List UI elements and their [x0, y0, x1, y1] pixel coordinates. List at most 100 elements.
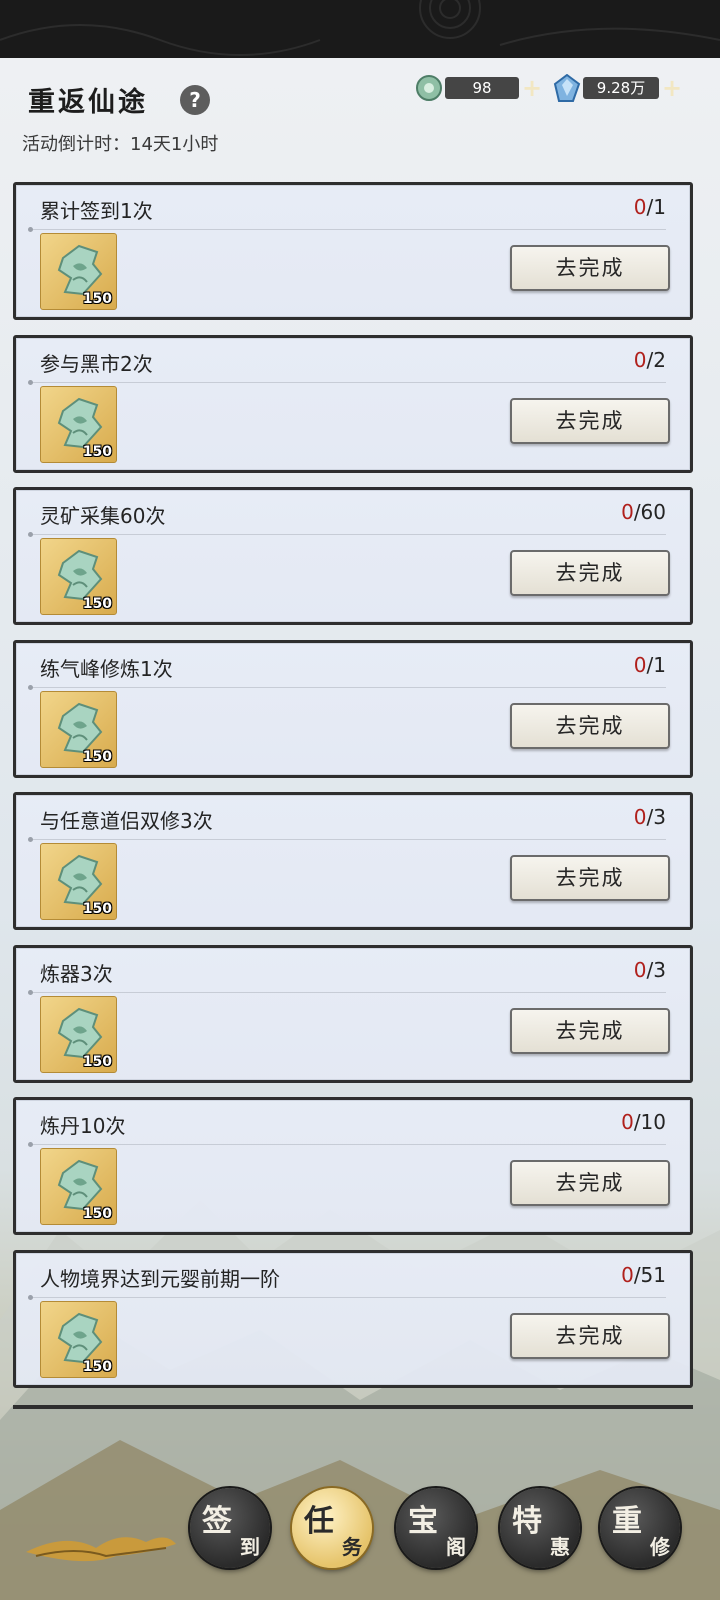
go-complete-button[interactable]: 去完成	[510, 398, 670, 444]
task-progress-total: /51	[633, 1263, 666, 1287]
go-complete-button[interactable]: 去完成	[510, 1313, 670, 1359]
divider	[30, 839, 666, 840]
resource-crystal: 9.28万 +	[553, 74, 683, 102]
task-progress: 0/3	[634, 805, 666, 829]
divider	[30, 534, 666, 535]
task-progress-current: 0	[633, 805, 647, 829]
go-complete-button[interactable]: 去完成	[510, 703, 670, 749]
divider	[30, 1144, 666, 1145]
reward-item[interactable]: 150	[40, 538, 117, 615]
reward-item[interactable]: 150	[40, 843, 117, 920]
reward-item[interactable]: 150	[40, 996, 117, 1073]
reward-quantity: 150	[82, 1206, 112, 1222]
reward-item[interactable]: 150	[40, 1301, 117, 1378]
task-card: 炼丹10次 0/10 150 去完成	[13, 1097, 693, 1235]
task-progress: 0/3	[634, 958, 666, 982]
swirl-pattern-icon	[0, 0, 720, 56]
jade-token-icon	[416, 75, 442, 101]
task-progress-current: 0	[633, 195, 647, 219]
nav-tab-subchar: 修	[650, 1535, 670, 1559]
reward-quantity: 150	[82, 1359, 112, 1375]
task-name: 炼器3次	[40, 962, 113, 986]
divider-dot	[28, 1142, 33, 1147]
task-card: 与任意道侣双修3次 0/3 150 去完成	[13, 792, 693, 930]
top-banner	[0, 0, 720, 58]
go-complete-button[interactable]: 去完成	[510, 550, 670, 596]
task-name: 人物境界达到元婴前期一阶	[40, 1267, 280, 1291]
nav-tab-char: 任	[304, 1504, 334, 1539]
nav-tab-subchar: 到	[240, 1535, 260, 1559]
task-name: 参与黑市2次	[40, 352, 153, 376]
task-name: 与任意道侣双修3次	[40, 809, 213, 833]
task-progress: 0/2	[634, 348, 666, 372]
divider-dot	[28, 380, 33, 385]
add-crystal-button[interactable]: +	[661, 74, 683, 102]
divider	[30, 382, 666, 383]
task-progress-current: 0	[633, 348, 647, 372]
page-title: 重返仙途	[28, 87, 148, 118]
help-icon[interactable]: ?	[180, 85, 210, 115]
task-card: 累计签到1次 0/1 150 去完成	[13, 182, 693, 320]
spirit-crystal-icon	[553, 74, 581, 102]
jade-count: 98	[445, 77, 519, 99]
nav-tab-char: 签	[202, 1504, 232, 1539]
divider-dot	[28, 990, 33, 995]
nav-tab-subchar: 阁	[446, 1535, 466, 1559]
reward-item[interactable]: 150	[40, 1148, 117, 1225]
crystal-count: 9.28万	[583, 77, 659, 99]
task-progress-current: 0	[633, 958, 647, 982]
go-complete-button[interactable]: 去完成	[510, 245, 670, 291]
task-name: 炼丹10次	[40, 1114, 126, 1138]
reward-quantity: 150	[82, 596, 112, 612]
task-progress: 0/1	[634, 653, 666, 677]
nav-tab-char: 宝	[408, 1504, 438, 1539]
reward-item[interactable]: 150	[40, 386, 117, 463]
reward-quantity: 150	[82, 291, 112, 307]
task-progress: 0/10	[621, 1110, 666, 1134]
reward-quantity: 150	[82, 1054, 112, 1070]
go-complete-button[interactable]: 去完成	[510, 1008, 670, 1054]
reward-quantity: 150	[82, 749, 112, 765]
task-card: 人物境界达到元婴前期一阶 0/51 150 去完成	[13, 1250, 693, 1388]
task-progress-current: 0	[621, 1263, 634, 1287]
divider-dot	[28, 837, 33, 842]
reward-item[interactable]: 150	[40, 691, 117, 768]
task-progress: 0/1	[634, 195, 666, 219]
task-name: 练气峰修炼1次	[40, 657, 173, 681]
reward-item[interactable]: 150	[40, 233, 117, 310]
task-progress-total: /10	[633, 1110, 666, 1134]
task-progress: 0/51	[621, 1263, 666, 1287]
resource-jade: 98 +	[415, 74, 545, 102]
task-progress-total: /3	[646, 805, 666, 829]
divider-dot	[28, 1295, 33, 1300]
nav-tab[interactable]: 签到	[190, 1488, 270, 1568]
go-complete-button[interactable]: 去完成	[510, 1160, 670, 1206]
task-card: 炼器3次 0/3 150 去完成	[13, 945, 693, 1083]
task-progress-current: 0	[633, 653, 647, 677]
nav-tab-subchar: 务	[342, 1535, 362, 1559]
bottom-nav: 签到任务宝阁特惠重修	[0, 1470, 720, 1600]
nav-tab[interactable]: 特惠	[500, 1488, 580, 1568]
task-progress-current: 0	[621, 1110, 634, 1134]
next-task-edge	[13, 1405, 693, 1409]
go-complete-button[interactable]: 去完成	[510, 855, 670, 901]
task-progress-total: /1	[646, 653, 666, 677]
reward-quantity: 150	[82, 444, 112, 460]
task-progress: 0/60	[621, 500, 666, 524]
divider	[30, 687, 666, 688]
task-card: 灵矿采集60次 0/60 150 去完成	[13, 487, 693, 625]
divider	[30, 992, 666, 993]
nav-tab[interactable]: 宝阁	[396, 1488, 476, 1568]
nav-tab-subchar: 惠	[550, 1535, 570, 1559]
task-card: 练气峰修炼1次 0/1 150 去完成	[13, 640, 693, 778]
nav-tab[interactable]: 任务	[292, 1488, 372, 1568]
task-progress-total: /2	[646, 348, 666, 372]
task-name: 灵矿采集60次	[40, 504, 166, 528]
divider-dot	[28, 532, 33, 537]
divider	[30, 229, 666, 230]
countdown-value: 14天1小时	[130, 134, 219, 155]
nav-tab-char: 重	[612, 1504, 642, 1539]
task-progress-total: /1	[646, 195, 666, 219]
add-jade-button[interactable]: +	[521, 74, 543, 102]
nav-tab[interactable]: 重修	[600, 1488, 680, 1568]
